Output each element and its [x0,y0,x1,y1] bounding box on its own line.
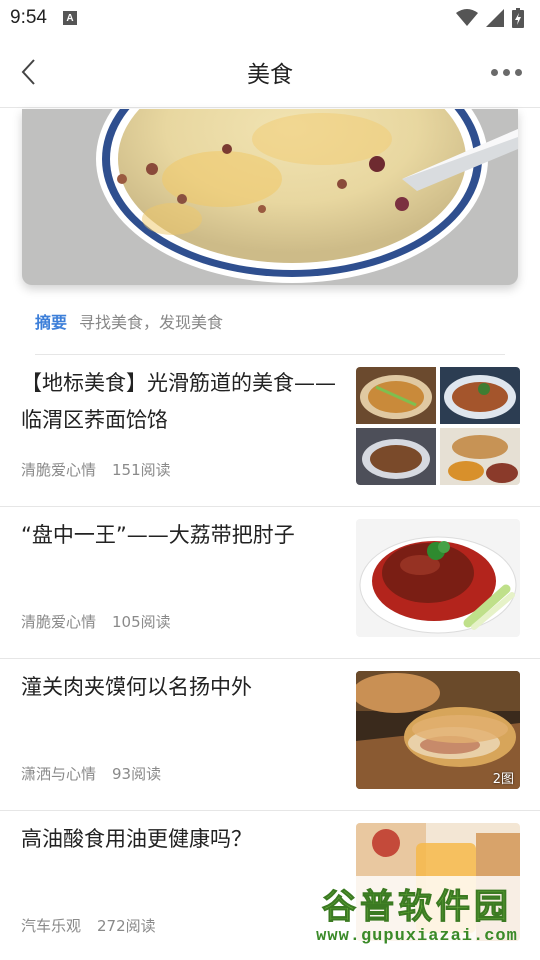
chevron-left-icon [21,59,35,85]
article-item[interactable]: 潼关肉夹馍何以名扬中外 潇洒与心情 93阅读 2图 [0,659,540,811]
article-author: 清脆爱心情 [21,461,97,479]
hero-image[interactable] [22,109,518,285]
article-thumbnail: 2图 [356,671,520,789]
more-dot-icon [502,68,510,76]
image-count-badge: 2图 [492,772,514,787]
article-author: 清脆爱心情 [21,613,97,631]
article-item[interactable]: “盘中一王”——大荔带把肘子 清脆爱心情 105阅读 [0,507,540,659]
article-reads: 272阅读 [97,917,156,935]
more-dot-icon [514,68,522,76]
status-icons [456,8,524,28]
article-thumbnail [356,519,520,637]
status-time: 9:54 [10,7,47,28]
status-bar: 9:54 A [0,0,540,36]
watermark-logo: 谷普软件园 www.gupuxiazai.com [296,876,538,956]
article-item[interactable]: 【地标美食】光滑筋道的美食——临渭区荞面饸饹 清脆爱心情 151阅读 [0,355,540,507]
article-title: 潼关肉夹馍何以名扬中外 [21,675,252,699]
watermark-title: 谷普软件园 [322,886,512,927]
app-bar: 美食 [0,36,540,108]
summary-label: 摘要 [35,313,68,332]
article-meta: 清脆爱心情 151阅读 [21,459,171,480]
more-options-button[interactable] [486,58,526,86]
article-meta: 清脆爱心情 105阅读 [21,611,171,632]
article-reads: 105阅读 [112,613,171,631]
page-title: 美食 [247,61,293,88]
watermark-url: www.gupuxiazai.com [316,926,518,946]
signal-icon [486,9,504,27]
summary: 摘要 寻找美食，发现美食 [35,308,223,334]
article-author: 汽车乐观 [21,917,82,935]
article-reads: 93阅读 [112,765,162,783]
article-title: 高油酸食用油更健康吗？ [21,827,252,851]
back-button[interactable] [10,54,46,90]
wifi-icon [456,9,478,26]
article-author: 潇洒与心情 [21,765,97,783]
article-title: “盘中一王”——大荔带把肘子 [21,523,295,547]
notification-a-icon: A [62,11,77,25]
article-reads: 151阅读 [112,461,171,479]
battery-icon [512,8,524,28]
article-meta: 潇洒与心情 93阅读 [21,763,161,784]
article-title: 【地标美食】光滑筋道的美食——临渭区荞面饸饹 [21,371,336,432]
article-thumbnail [356,367,520,485]
article-meta: 汽车乐观 272阅读 [21,915,156,936]
summary-text: 寻找美食，发现美食 [79,313,224,332]
more-dot-icon [490,68,498,76]
